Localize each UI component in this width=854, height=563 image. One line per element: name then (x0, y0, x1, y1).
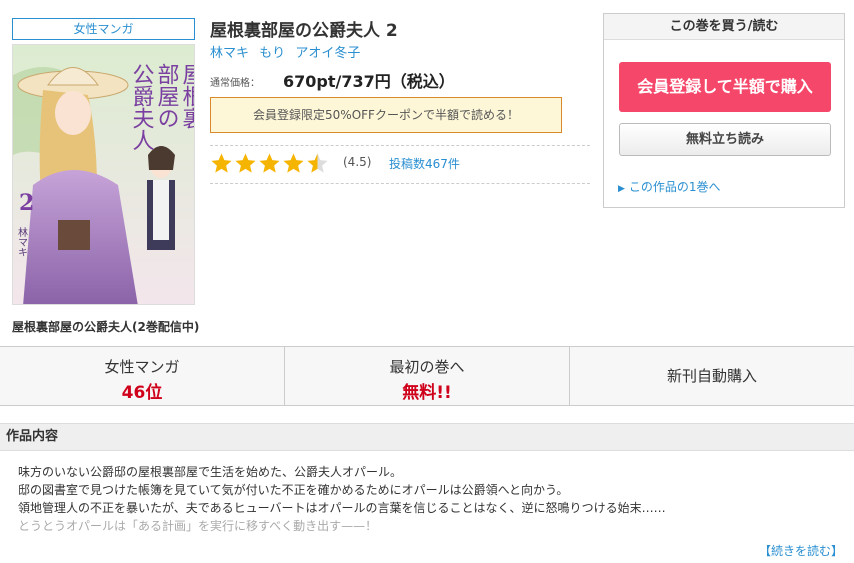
free-trial-button[interactable]: 無料立ち読み (619, 123, 831, 156)
buy-box: この巻を買う/読む 会員登録して半額で購入 無料立ち読み ▶ この作品の1巻へ (603, 13, 845, 208)
cover-volume-mark: 2 (19, 190, 34, 216)
genre-rank-button[interactable]: 女性マンガ 46位 (0, 347, 285, 405)
cover-title-col2: 部屋の (154, 63, 180, 129)
review-count-link[interactable]: 投稿数467件 (389, 155, 460, 172)
first-volume-stat-label: 最初の巻へ (389, 358, 465, 376)
divider (210, 145, 590, 146)
first-volume-label: この作品の1巻へ (628, 180, 721, 194)
price-label: 通常価格： (210, 78, 260, 89)
cover-image[interactable]: 屋根裏 部屋の 公爵夫人 2 林マキ (12, 44, 195, 305)
series-caption[interactable]: 屋根裏部屋の公爵夫人(2巻配信中) (12, 318, 199, 335)
coupon-banner[interactable]: 会員登録限定50%OFFクーポンで半額で読める！ (210, 97, 562, 133)
description-line: 邸の図書室で見つけた帳簿を見ていて気が付いた不正を確かめるためにオパールは公爵領… (18, 483, 569, 497)
genre-rank-value: 46位 (121, 383, 163, 403)
description-text: 味方のいない公爵邸の屋根裏部屋で生活を始めた、公爵夫人オパール。 邸の図書室で見… (18, 463, 818, 535)
stats-row: 女性マンガ 46位 最初の巻へ 無料!! 新刊自動購入 (0, 346, 854, 406)
star-icon (211, 153, 232, 173)
author-link[interactable]: アオイ冬子 (295, 46, 360, 61)
description-line: 味方のいない公爵邸の屋根裏部屋で生活を始めた、公爵夫人オパール。 (18, 465, 403, 479)
genre-badge[interactable]: 女性マンガ (12, 18, 195, 40)
book-title: 屋根裏部屋の公爵夫人 2 (210, 21, 398, 41)
cover-author-mark: 林マキ (16, 226, 28, 257)
auto-purchase-label: 新刊自動購入 (666, 367, 757, 385)
genre-rank-label: 女性マンガ (104, 358, 180, 376)
rating-value: (4.5) (343, 155, 372, 169)
cover-title-col1: 屋根裏 (179, 63, 196, 129)
star-icon (259, 153, 280, 173)
author-list: 林マキ もり アオイ冬子 (210, 42, 366, 61)
description-line: 領地管理人の不正を暴いたが、夫であるヒューバートはオパールの言葉を信じることはな… (18, 501, 666, 515)
author-link[interactable]: もり (259, 46, 285, 61)
price-value: 670pt/737円（税込） (283, 72, 455, 91)
rating-stars (210, 152, 330, 175)
star-icon (283, 153, 304, 173)
star-icon (307, 153, 328, 173)
first-volume-button[interactable]: 最初の巻へ 無料!! (285, 347, 570, 405)
first-volume-stat-value: 無料!! (402, 383, 452, 403)
cover-illustration: 屋根裏 部屋の 公爵夫人 2 林マキ (13, 45, 196, 304)
triangle-right-icon: ▶ (618, 184, 625, 194)
description-heading: 作品内容 (0, 423, 854, 451)
read-more-link[interactable]: 【続きを読む】 (759, 542, 843, 559)
cover-title-col3: 公爵夫人 (129, 63, 155, 151)
author-link[interactable]: 林マキ (210, 46, 249, 61)
description-line: とうとうオパールは「ある計画」を実行に移すべく動き出す——！ (18, 519, 378, 533)
auto-purchase-button[interactable]: 新刊自動購入 (570, 347, 854, 405)
first-volume-link[interactable]: ▶ この作品の1巻へ (618, 178, 721, 195)
divider (210, 183, 590, 184)
buy-box-heading: この巻を買う/読む (604, 14, 844, 40)
register-buy-button[interactable]: 会員登録して半額で購入 (619, 62, 831, 112)
star-icon (235, 153, 256, 173)
